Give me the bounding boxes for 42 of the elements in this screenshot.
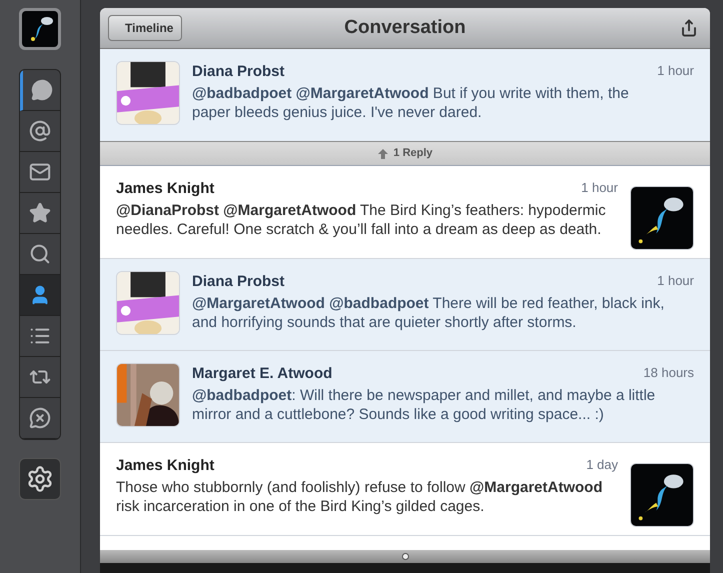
window-title: Conversation: [344, 16, 466, 40]
share-button[interactable]: [680, 19, 698, 37]
tweet-time: 18 hours: [643, 364, 694, 382]
search-icon: [29, 243, 51, 265]
tweet-text: @MargaretAtwood @badbadpoet There will be red feather, black ink, and horrifying sounds that are quieter shortly after storms.: [192, 294, 666, 332]
account-avatar[interactable]: [19, 8, 61, 50]
nav-tab[interactable]: [20, 234, 60, 275]
nav-tab[interactable]: [20, 152, 60, 193]
tweet-text: @badbadpoet @MargaretAtwood But if you write with them, the paper bleeds genius juice. I've never dared.: [192, 84, 630, 122]
nav-tab[interactable]: [20, 193, 60, 234]
bubble-x-icon: [29, 407, 51, 429]
up-arrow-icon: [377, 148, 390, 160]
author-name: James Knight: [116, 179, 214, 199]
author-name: Diana Probst: [192, 272, 285, 292]
nav-tab[interactable]: [20, 316, 60, 357]
author-name: Margaret E. Atwood: [192, 364, 332, 384]
tweet-time: 1 hour: [657, 272, 694, 290]
envelope-icon: [29, 161, 51, 183]
author-name: Diana Probst: [192, 62, 285, 82]
star-icon: [29, 202, 51, 224]
replies-bar[interactable]: 1 Reply: [100, 142, 710, 166]
nav-tab[interactable]: [20, 111, 60, 152]
nav-tab[interactable]: [20, 357, 60, 398]
tweet-row[interactable]: Margaret E. Atwood 18 hours @badbadpoet: Will there be newspaper and millet, and maybe a little mirror and a cuttlebone? Sounds like a good writing space... :): [100, 351, 710, 443]
nav-tab[interactable]: [20, 70, 60, 111]
settings-button[interactable]: [19, 458, 61, 500]
at-sign-icon: [29, 120, 51, 142]
tweet-row[interactable]: Diana Probst 1 hour @badbadpoet @MargaretAtwood But if you write with them, the paper bleeds genius juice. I've never dared.: [100, 49, 710, 142]
tweet-time: 1 hour: [581, 179, 618, 197]
tweet-text: @DianaProbst @MargaretAtwood The Bird King’s feathers: hypodermic needles. Careful! One scratch & you’ll fall into a dream as deep as death.: [116, 200, 607, 238]
nav-tab[interactable]: [20, 398, 60, 439]
speech-bubble-icon: [30, 79, 52, 101]
tweet-text: @badbadpoet: Will there be newspaper and millet, and maybe a little mirror and a cuttlebone? Sounds like a good writing space... :): [192, 386, 656, 424]
author-name: James Knight: [116, 456, 214, 476]
tweet-text: Those who stubbornly (and foolishly) refuse to follow @MargaretAtwood risk incarceration in one of the Bird King’s gilded cages.: [116, 478, 604, 516]
tweet-time: 1 day: [586, 456, 618, 474]
back-button[interactable]: Timeline: [108, 15, 182, 41]
tweet-row[interactable]: Diana Probst 1 hour @MargaretAtwood @badbadpoet There will be red feather, black ink, and horrifying sounds that are quieter shortly after storms.: [100, 259, 710, 351]
settings-icon: [26, 465, 54, 493]
share-icon: [680, 19, 698, 37]
nav-tab[interactable]: [20, 275, 60, 316]
tweet-time: 1 hour: [657, 62, 694, 80]
